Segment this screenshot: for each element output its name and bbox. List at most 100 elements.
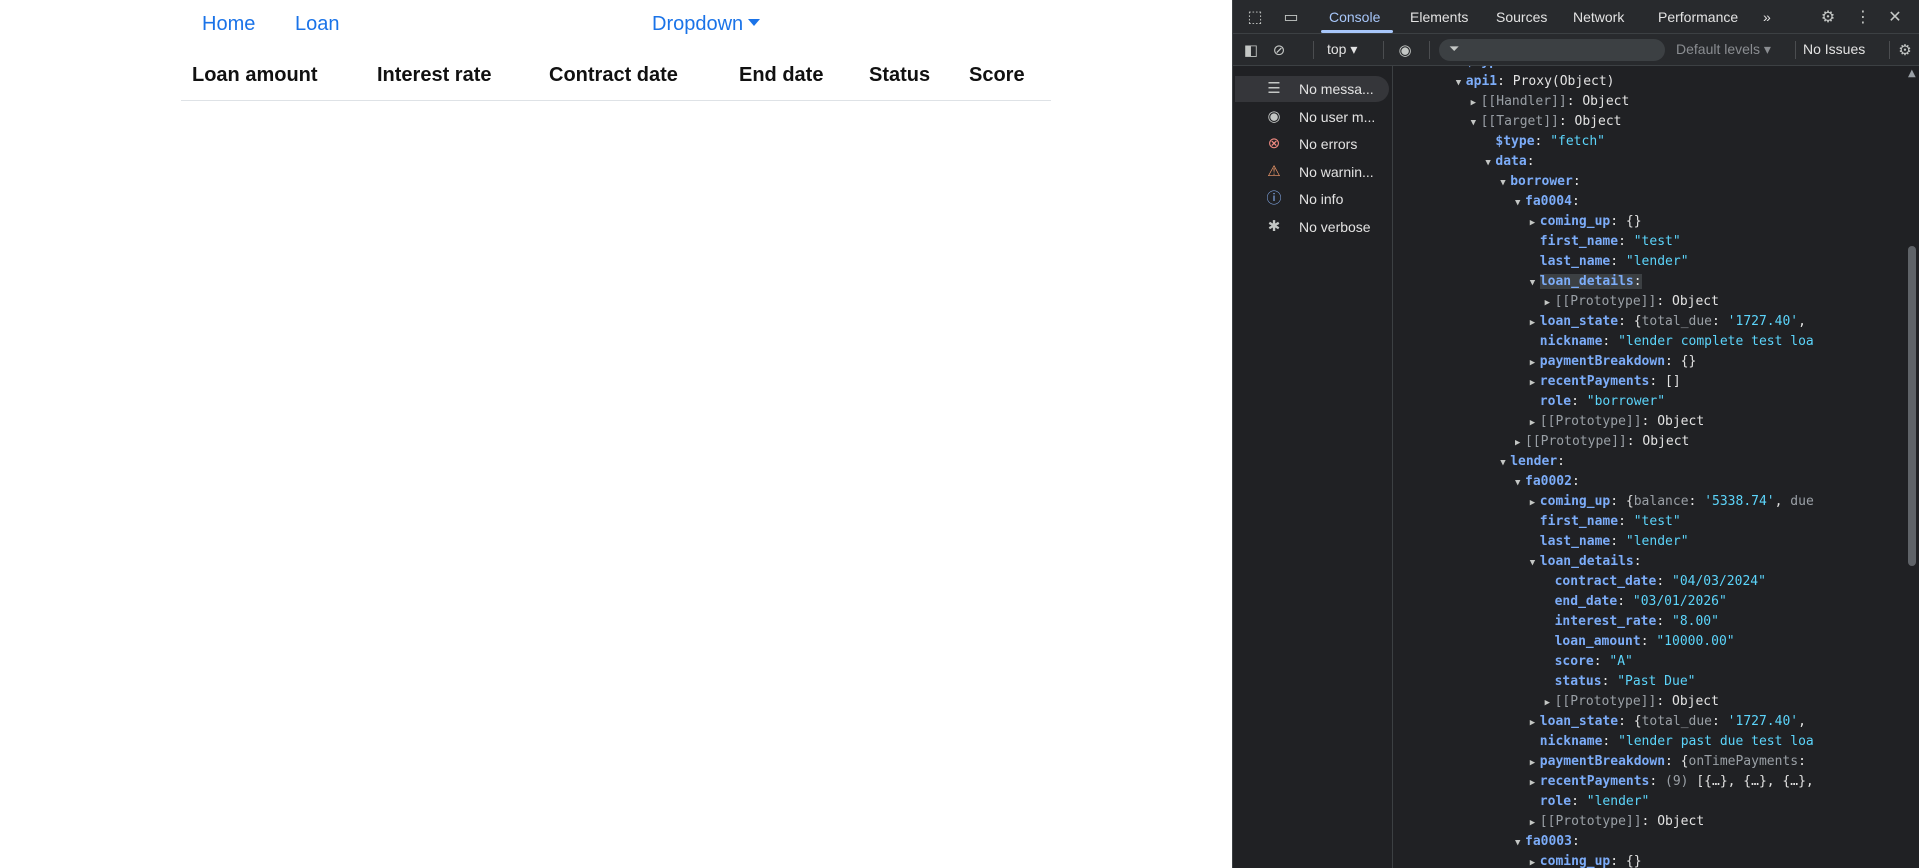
device-toolbar-icon[interactable]: ▭ xyxy=(1281,7,1301,27)
console-line[interactable]: ▶ coming_up: {} xyxy=(1530,212,1642,232)
scroll-up-icon[interactable]: ▲ xyxy=(1908,68,1916,79)
console-line[interactable]: ▶ [[Prototype]]: Object xyxy=(1545,292,1719,312)
expanded-triangle-icon[interactable]: ▼ xyxy=(1485,153,1495,173)
console-line[interactable]: ▶ loan_state: {total_due: '1727.40', xyxy=(1530,312,1806,332)
console-line[interactable]: ▶ loan_state: {total_due: '1727.40', xyxy=(1530,712,1806,732)
console-token: status xyxy=(1554,674,1602,689)
expanded-triangle-icon[interactable]: ▼ xyxy=(1530,553,1540,573)
console-scrollbar[interactable]: ▲ xyxy=(1905,66,1919,868)
issues-button[interactable]: No Issues xyxy=(1803,41,1865,57)
console-token: : xyxy=(1534,134,1551,149)
collapsed-triangle-icon[interactable]: ▶ xyxy=(1530,373,1540,393)
nav-home-link[interactable]: Home xyxy=(202,13,255,36)
collapsed-triangle-icon[interactable]: ▶ xyxy=(1530,773,1540,793)
collapsed-triangle-icon[interactable]: ▶ xyxy=(1515,433,1525,453)
console-token: : Object xyxy=(1656,294,1719,309)
console-line[interactable]: ▼ data: xyxy=(1485,152,1534,172)
console-line[interactable]: ▼ fa0004: xyxy=(1515,192,1580,212)
nav-loan-link[interactable]: Loan xyxy=(295,13,340,36)
sidebar-toggle-icon[interactable]: ◧ xyxy=(1241,40,1261,60)
console-line[interactable]: ▶ [[Prototype]]: Object xyxy=(1530,812,1704,832)
collapsed-triangle-icon[interactable]: ▶ xyxy=(1530,753,1540,773)
console-line[interactable]: ▶ [[Prototype]]: Object xyxy=(1545,692,1719,712)
tab-console[interactable]: Console xyxy=(1329,9,1380,25)
sidebar-filter-label: No user m... xyxy=(1299,108,1376,125)
sidebar-filter-0[interactable]: ☰ No messa... xyxy=(1235,76,1389,102)
expanded-triangle-icon[interactable]: ▼ xyxy=(1515,193,1525,213)
console-line[interactable]: ▶ paymentBreakdown: {} xyxy=(1530,352,1697,372)
sidebar-filter-3[interactable]: ⚠ No warnin... xyxy=(1235,159,1389,185)
expanded-triangle-icon[interactable]: ▼ xyxy=(1530,273,1540,293)
collapsed-triangle-icon[interactable]: ▶ xyxy=(1530,813,1540,833)
filter-input[interactable]: ⏷ xyxy=(1439,39,1665,61)
console-token: : xyxy=(1593,654,1610,669)
console-line[interactable]: ▶ [[Handler]]: Object xyxy=(1471,92,1630,112)
tab-performance[interactable]: Performance xyxy=(1658,9,1738,25)
console-token: "borrower" xyxy=(1586,394,1666,409)
kebab-menu-icon[interactable]: ⋮ xyxy=(1853,7,1873,27)
active-tab-indicator xyxy=(1321,30,1393,33)
close-icon[interactable]: ✕ xyxy=(1885,7,1905,27)
collapsed-triangle-icon[interactable]: ▶ xyxy=(1545,293,1555,313)
console-line: role: "lender" xyxy=(1530,792,1650,812)
expanded-triangle-icon[interactable]: ▼ xyxy=(1456,73,1466,93)
collapsed-triangle-icon[interactable]: ▶ xyxy=(1471,93,1481,113)
sidebar-filter-2[interactable]: ⊗ No errors xyxy=(1235,131,1389,157)
tab-sources[interactable]: Sources xyxy=(1496,9,1547,25)
expanded-triangle-icon[interactable]: ▼ xyxy=(1515,833,1525,853)
console-token: loan_details xyxy=(1539,274,1634,289)
console-line: last_name: "lender" xyxy=(1530,532,1689,552)
eye-icon[interactable]: ◉ xyxy=(1395,40,1415,60)
collapsed-triangle-icon[interactable]: ▶ xyxy=(1530,713,1540,733)
collapsed-triangle-icon[interactable]: ▶ xyxy=(1530,353,1540,373)
console-line[interactable]: ▶ recentPayments: [] xyxy=(1530,372,1681,392)
collapsed-triangle-icon[interactable]: ▶ xyxy=(1545,693,1555,713)
inspect-element-icon[interactable]: ⬚ xyxy=(1245,7,1265,27)
expanded-triangle-icon[interactable]: ▼ xyxy=(1471,113,1481,133)
log-levels-dropdown[interactable]: Default levels ▾ xyxy=(1676,41,1771,58)
console-line[interactable]: ▼ borrower: xyxy=(1500,172,1580,192)
console-line-content: recentPayments: (9) [{…}, {…}, {…}, xyxy=(1540,774,1814,789)
tab-elements[interactable]: Elements xyxy=(1410,9,1468,25)
context-selector[interactable]: top ▾ xyxy=(1327,41,1357,58)
console-line[interactable]: ▶ paymentBreakdown: {onTimePayments: xyxy=(1530,752,1806,772)
console-line[interactable]: ▶ coming_up: {} xyxy=(1530,852,1642,868)
tab-network[interactable]: Network xyxy=(1573,9,1624,25)
console-line[interactable]: ▼ fa0003: xyxy=(1515,832,1580,852)
clear-console-icon[interactable]: ⊘ xyxy=(1269,40,1289,60)
console-token: nickname xyxy=(1539,734,1603,749)
console-token: : xyxy=(1610,534,1626,549)
console-token: : xyxy=(1649,774,1666,789)
more-tabs-icon[interactable]: » xyxy=(1763,9,1771,25)
console-line[interactable]: ▼ api1: Proxy(Object) xyxy=(1456,72,1615,92)
console-line[interactable]: ▶ [[Prototype]]: Object xyxy=(1515,432,1689,452)
console-line[interactable]: ▼ lender: xyxy=(1500,452,1565,472)
expanded-triangle-icon[interactable]: ▼ xyxy=(1500,453,1510,473)
console-settings-icon[interactable]: ⚙ xyxy=(1895,40,1915,60)
expanded-triangle-icon[interactable]: ▼ xyxy=(1515,473,1525,493)
collapsed-triangle-icon[interactable]: ▶ xyxy=(1530,313,1540,333)
collapsed-triangle-icon[interactable]: ▶ xyxy=(1530,493,1540,513)
console-output[interactable]: $type: "view"▼api1: Proxy(Object)▶[[Hand… xyxy=(1393,66,1905,868)
gear-icon[interactable]: ⚙ xyxy=(1818,7,1838,27)
console-token: last_name xyxy=(1539,534,1611,549)
sidebar-filter-5[interactable]: ✱ No verbose xyxy=(1235,214,1389,240)
nav-dropdown-toggle[interactable]: Dropdown xyxy=(652,13,761,36)
collapsed-triangle-icon[interactable]: ▶ xyxy=(1530,413,1540,433)
console-line[interactable]: ▶ [[Prototype]]: Object xyxy=(1530,412,1704,432)
scrollbar-thumb[interactable] xyxy=(1908,246,1916,566)
console-line[interactable]: ▼ loan_details: xyxy=(1530,552,1642,572)
console-token: fa0003 xyxy=(1525,834,1572,849)
collapsed-triangle-icon[interactable]: ▶ xyxy=(1530,213,1540,233)
console-line[interactable]: ▼ [[Target]]: Object xyxy=(1471,112,1622,132)
sidebar-filter-4[interactable]: ⓘ No info xyxy=(1235,186,1389,212)
console-line[interactable]: ▼ loan_details: xyxy=(1530,272,1642,292)
collapsed-triangle-icon[interactable]: ▶ xyxy=(1530,853,1540,868)
console-toolbar: ◧ ⊘ top ▾ ◉ ⏷ Default levels ▾ No Issues… xyxy=(1233,34,1919,66)
console-line[interactable]: ▶ recentPayments: (9) [{…}, {…}, {…}, xyxy=(1530,772,1814,792)
console-line[interactable]: ▶ coming_up: {balance: '5338.74', due xyxy=(1530,492,1814,512)
expanded-triangle-icon[interactable]: ▼ xyxy=(1500,173,1510,193)
sidebar-filter-1[interactable]: ◉ No user m... xyxy=(1235,104,1389,130)
th-score: Score xyxy=(969,64,1025,86)
console-line[interactable]: ▼ fa0002: xyxy=(1515,472,1580,492)
